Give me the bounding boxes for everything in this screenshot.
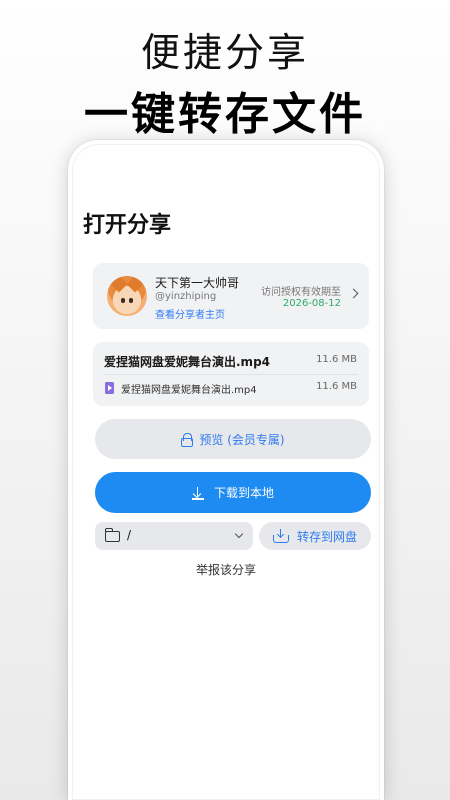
chevron-right-icon[interactable] (348, 288, 359, 299)
save-to-drive-icon (272, 529, 289, 543)
access-expiry-date: 2026-08-12 (282, 298, 341, 309)
sharer-handle: @yinzhiping (155, 291, 217, 302)
video-file-icon (105, 382, 114, 394)
download-icon (191, 486, 204, 500)
folder-icon (104, 528, 120, 542)
sharer-name: 天下第一大帅哥 (155, 276, 240, 290)
download-button[interactable]: 下载到本地 (95, 472, 371, 513)
lock-icon (181, 433, 194, 447)
chevron-down-icon (234, 529, 244, 539)
preview-button[interactable]: 预览 (会员专属) (95, 419, 371, 459)
divider (104, 374, 358, 375)
share-size: 11.6 MB (316, 354, 357, 365)
file-card: 爱捏猫网盘爱妮舞台演出.mp4 11.6 MB 爱捏猫网盘爱妮舞台演出.mp4 … (93, 342, 369, 406)
phone-frame: 打开分享 天下第一大帅哥 @yinzhiping 查看分享者主页 访问授权有效期… (68, 140, 384, 800)
save-label: 转存到网盘 (296, 529, 357, 544)
banner-headline: 便捷分享 (140, 31, 309, 76)
access-expiry-label: 访问授权有效期至 (261, 287, 341, 298)
phone-screen: 打开分享 天下第一大帅哥 @yinzhiping 查看分享者主页 访问授权有效期… (72, 144, 380, 800)
download-label: 下载到本地 (213, 486, 274, 500)
save-to-cloud-button[interactable]: 转存到网盘 (259, 522, 371, 550)
sharer-card[interactable]: 天下第一大帅哥 @yinzhiping 查看分享者主页 访问授权有效期至 202… (93, 263, 369, 329)
banner-subheadline: 一键转存文件 (84, 89, 366, 140)
page-title: 打开分享 (83, 213, 172, 238)
sharer-profile-link[interactable]: 查看分享者主页 (155, 306, 225, 321)
share-title: 爱捏猫网盘爱妮舞台演出.mp4 (104, 355, 271, 369)
preview-label: 预览 (会员专属) (199, 432, 285, 447)
file-size: 11.6 MB (316, 381, 357, 392)
report-link[interactable]: 举报该分享 (73, 561, 379, 578)
save-path-select[interactable]: / (95, 522, 253, 550)
file-name[interactable]: 爱捏猫网盘爱妮舞台演出.mp4 (121, 381, 257, 396)
avatar[interactable] (107, 276, 147, 316)
save-path-value: / (127, 528, 132, 542)
